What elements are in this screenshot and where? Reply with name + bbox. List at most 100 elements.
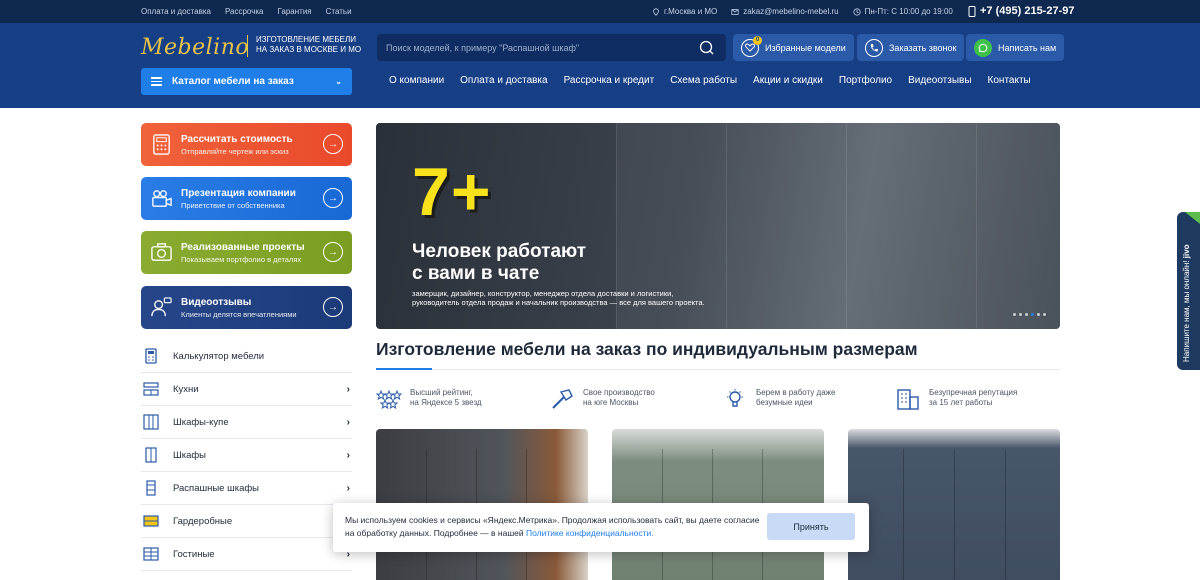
- slider-dots: [1013, 313, 1046, 316]
- tagline-line-2: НА ЗАКАЗ В МОСКВЕ И МО: [256, 45, 362, 54]
- top-link-installment[interactable]: Рассрочка: [225, 7, 264, 16]
- card-title: Рассчитать стоимость: [181, 134, 293, 145]
- email[interactable]: zakaz@mebelino-mebel.ru: [731, 7, 839, 16]
- slider-dot[interactable]: [1025, 313, 1028, 316]
- top-link-warranty[interactable]: Гарантия: [278, 7, 312, 16]
- catalog-item-dressing-rooms[interactable]: Гардеробные: [141, 505, 352, 538]
- feature-line-2: на юге Москвы: [583, 398, 639, 407]
- chat-widget-tab[interactable]: Напишите нам, мы онлайн! jivo: [1177, 212, 1200, 370]
- feature-reputation: Безупречная репутация за 15 лет работы: [895, 388, 1017, 410]
- card-subtitle: Показываем портфолио в деталях: [181, 255, 302, 264]
- lightbulb-icon: [727, 389, 743, 407]
- slider-dot[interactable]: [1043, 313, 1046, 316]
- feature-rating: Высший рейтинг, на Яндексе 5 звезд: [376, 388, 482, 410]
- card-title: Реализованные проекты: [181, 242, 305, 253]
- slider-dot[interactable]: [1019, 313, 1022, 316]
- catalog-item-swing-wardrobes[interactable]: Распашные шкафы ›: [141, 472, 352, 505]
- title-underline: [376, 368, 1060, 370]
- card-subtitle: Приветствие от собственника: [181, 201, 285, 210]
- top-bar: Оплата и доставка Рассрочка Гарантия Ста…: [0, 0, 1200, 23]
- catalog-label: Каталог мебели на заказ: [172, 76, 294, 87]
- hours-text: Пн-Пт: С 10:00 до 19:00: [864, 7, 953, 16]
- banner-photo-panel: [846, 123, 976, 329]
- arrow-right-icon: →: [323, 134, 343, 154]
- location-text: г.Москва и МО: [664, 7, 718, 16]
- phone-link[interactable]: +7 (495) 215-27-97: [968, 5, 1074, 17]
- clock-icon: [852, 7, 861, 16]
- catalog-item-label: Кухни: [173, 383, 199, 395]
- nav-item-payment[interactable]: Оплата и доставка: [460, 75, 547, 86]
- chevron-right-icon: ›: [346, 449, 350, 461]
- tagline: ИЗГОТОВЛЕНИЕ МЕБЕЛИ НА ЗАКАЗ В МОСКВЕ И …: [247, 35, 361, 57]
- slider-dot[interactable]: [1013, 313, 1016, 316]
- card-realized-projects[interactable]: Реализованные проекты Показываем портфол…: [141, 231, 352, 274]
- nav-item-portfolio[interactable]: Портфолио: [839, 75, 892, 86]
- catalog-item-sliding-wardrobes[interactable]: Шкафы-купе ›: [141, 406, 352, 439]
- product-photo-detail: [903, 449, 904, 580]
- whatsapp-label: Написать нам: [998, 42, 1057, 53]
- feature-line-2: на Яндексе 5 звезд: [410, 398, 482, 407]
- card-calculate-cost[interactable]: Рассчитать стоимость Отправляйте чертеж …: [141, 123, 352, 166]
- search-input[interactable]: Поиск моделей, к примеру "Распашной шкаф…: [377, 34, 726, 61]
- banner-photo-panel: [726, 123, 846, 329]
- catalog-item-living-rooms[interactable]: Гостиные ›: [141, 538, 352, 571]
- nav-item-workflow[interactable]: Схема работы: [670, 75, 737, 86]
- card-video-reviews[interactable]: Видеоотзывы Клиенты делятся впечатлениям…: [141, 286, 352, 329]
- chevron-right-icon: ›: [346, 416, 350, 428]
- card-subtitle: Отправляйте чертеж или эскиз: [181, 147, 289, 156]
- catalog-item-wardrobes[interactable]: Шкафы ›: [141, 439, 352, 472]
- nav-item-about[interactable]: О компании: [389, 75, 444, 86]
- catalog-item-label: Шкафы: [173, 449, 206, 461]
- chevron-right-icon: ›: [346, 383, 350, 395]
- card-company-presentation[interactable]: Презентация компании Приветствие от собс…: [141, 177, 352, 220]
- feature-text: Свое производство на юге Москвы: [583, 388, 655, 410]
- accept-cookies-button[interactable]: Принять: [767, 513, 855, 540]
- whatsapp-icon: [974, 38, 992, 57]
- catalog-item-label: Распашные шкафы: [173, 482, 260, 494]
- main-header: Mebelino ИЗГОТОВЛЕНИЕ МЕБЕЛИ НА ЗАКАЗ В …: [0, 23, 1200, 108]
- catalog-item-calculator[interactable]: Калькулятор мебели: [141, 340, 352, 373]
- logo[interactable]: Mebelino: [141, 35, 249, 60]
- mail-icon: [731, 8, 739, 15]
- page-title: Изготовление мебели на заказ по индивиду…: [376, 339, 918, 359]
- phone-icon: [865, 38, 883, 57]
- nav-item-promotions[interactable]: Акции и скидки: [753, 75, 823, 86]
- feature-ideas: Берем в работу даже безумные идеи: [722, 388, 835, 410]
- product-card[interactable]: [848, 429, 1060, 580]
- banner-title: Человек работают с вами в чате: [412, 241, 712, 285]
- privacy-policy-link[interactable]: Политике конфиденциальности.: [526, 528, 654, 538]
- arrow-right-icon: →: [323, 297, 343, 317]
- chat-label-text: Напишите нам, мы онлайн!: [1182, 260, 1191, 362]
- living-room-icon: [143, 547, 159, 561]
- slider-dot[interactable]: [1037, 313, 1040, 316]
- catalog-item-label: Калькулятор мебели: [173, 350, 265, 362]
- slider-dot[interactable]: [1031, 313, 1034, 316]
- catalog-dropdown-button[interactable]: Каталог мебели на заказ ⌄: [141, 68, 352, 95]
- mobile-phone-icon: [968, 5, 976, 17]
- whatsapp-button[interactable]: Написать нам: [966, 34, 1065, 61]
- nav-item-credit[interactable]: Рассрочка и кредит: [564, 75, 655, 86]
- favorites-button[interactable]: 0 Избранные модели: [733, 34, 854, 61]
- feature-line-1: Берем в работу даже: [756, 388, 836, 397]
- calculator-icon: [145, 348, 157, 364]
- feature-text: Безупречная репутация за 15 лет работы: [929, 388, 1017, 410]
- card-title: Презентация компании: [181, 188, 296, 199]
- arrow-right-icon: →: [323, 188, 343, 208]
- nav-item-video-reviews[interactable]: Видеоотзывы: [908, 75, 971, 86]
- banner-title-line-1: Человек работают: [412, 241, 587, 262]
- card-title: Видеоотзывы: [181, 297, 252, 308]
- feature-line-1: Высший рейтинг,: [410, 388, 473, 397]
- heart-icon: 0: [741, 35, 762, 57]
- callback-label: Заказать звонок: [889, 42, 957, 53]
- nav-item-contacts[interactable]: Контакты: [988, 75, 1031, 86]
- product-photo-detail: [954, 449, 955, 580]
- top-link-articles[interactable]: Статьи: [326, 7, 352, 16]
- catalog-item-kitchens[interactable]: Кухни ›: [141, 373, 352, 406]
- chat-widget-label: Напишите нам, мы онлайн! jivo: [1182, 222, 1191, 362]
- callback-button[interactable]: Заказать звонок: [857, 34, 965, 61]
- location-pin-icon: [653, 7, 659, 16]
- hero-banner[interactable]: 7+ Человек работают с вами в чате замерщ…: [376, 123, 1060, 329]
- top-link-payment[interactable]: Оплата и доставка: [141, 7, 211, 16]
- sliding-wardrobe-icon: [143, 414, 159, 430]
- search-icon[interactable]: [699, 40, 714, 55]
